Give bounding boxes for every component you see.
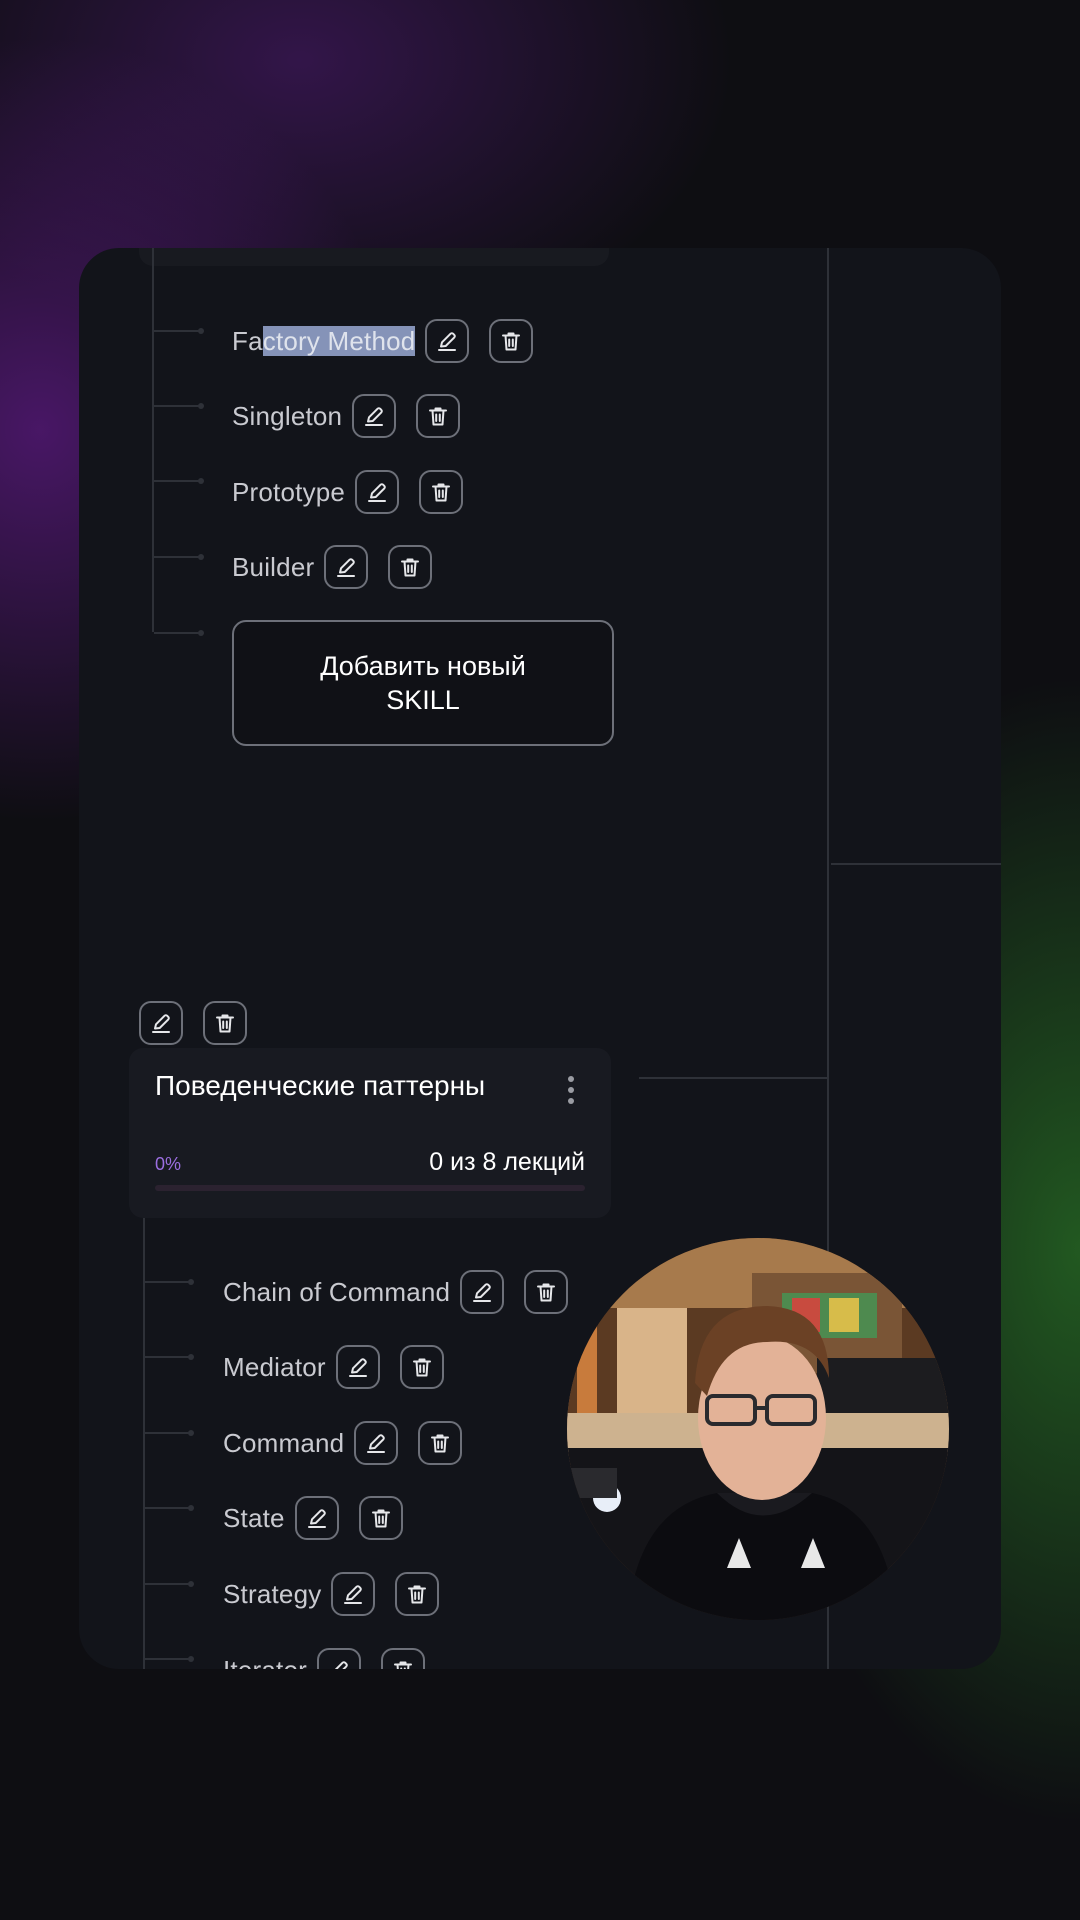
add-skill-label: Добавить новый SKILL [320,651,526,715]
delete-button[interactable] [524,1270,569,1314]
webcam-bubble [567,1238,949,1620]
trash-icon [429,480,453,504]
pencil-icon [149,1011,173,1035]
pencil-icon [334,555,358,579]
tree-connector [154,328,204,334]
trash-icon [369,1506,393,1530]
pencil-icon [435,329,459,353]
skill-label: Command [223,1427,345,1458]
pencil-icon [365,480,389,504]
trash-icon [428,1431,452,1455]
tree-connector [154,403,204,409]
delete-button[interactable] [358,1496,403,1540]
progress-percent: 0% [155,1154,182,1174]
skill-item-builder[interactable]: Builder [232,543,433,591]
skill-label: Singleton [232,400,343,431]
edit-button[interactable] [355,470,400,514]
trash-icon [534,1280,558,1304]
trash-icon [398,555,422,579]
tree-connector [145,1656,194,1662]
skill-label: Prototype [232,476,346,507]
skill-label: Iterator [223,1655,307,1670]
skill-label: State [223,1502,285,1533]
edit-button[interactable] [294,1496,339,1540]
tree-line-group-link [639,1077,827,1079]
add-skill-button[interactable]: Добавить новый SKILL [232,620,614,746]
tree-line-branch [831,863,1001,865]
edit-group-button[interactable] [139,1001,183,1045]
pencil-icon [364,1431,388,1455]
pencil-icon [362,404,386,428]
delete-button[interactable] [380,1648,425,1669]
trash-icon [499,329,523,353]
edit-button[interactable] [354,1421,399,1465]
trash-icon [410,1355,434,1379]
tree-connector [145,1279,194,1285]
skill-item-state[interactable]: State [223,1494,403,1542]
skill-item-iterator[interactable]: Iterator [223,1646,425,1669]
pencil-icon [327,1658,351,1669]
tree-connector [145,1505,194,1511]
skill-item-factory-method[interactable]: Factory Method [232,317,534,365]
edit-button[interactable] [352,394,397,438]
lectures-count: 0 из 8 лекций [429,1148,585,1176]
group-card-behavioral[interactable]: Поведенческие паттерны 0% 0 из 8 лекций [129,1048,611,1218]
delete-button[interactable] [388,545,433,589]
edit-button[interactable] [316,1648,361,1669]
more-vertical-icon[interactable] [567,1076,575,1106]
tree-line-behavioral [143,1218,145,1669]
trash-icon [213,1011,237,1035]
edit-button[interactable] [331,1572,376,1616]
tree-connector [154,630,204,636]
tree-connector [154,478,204,484]
skill-item-mediator[interactable]: Mediator [223,1343,444,1391]
skill-item-singleton[interactable]: Singleton [232,392,461,440]
edit-button[interactable] [460,1270,505,1314]
trash-icon [405,1582,429,1606]
group-card-top-edge [139,248,609,266]
group-actions [139,999,247,1047]
delete-button[interactable] [489,319,534,363]
pencil-icon [341,1582,365,1606]
pencil-icon [470,1280,494,1304]
edit-button[interactable] [425,319,470,363]
skill-label: Strategy [223,1578,322,1609]
edit-button[interactable] [324,545,369,589]
skill-item-prototype[interactable]: Prototype [232,468,464,516]
pencil-icon [305,1506,329,1530]
pencil-icon [346,1355,370,1379]
trash-icon [426,404,450,428]
progress-bar [155,1185,585,1191]
tree-connector [145,1581,194,1587]
skill-item-chain-of-command[interactable]: Chain of Command [223,1268,569,1316]
skill-label: Mediator [223,1351,326,1382]
tree-connector [145,1430,194,1436]
skill-label: Chain of Command [223,1276,451,1307]
skill-label: Builder [232,551,315,582]
skill-item-strategy[interactable]: Strategy [223,1570,440,1618]
delete-button[interactable] [418,1421,463,1465]
delete-button[interactable] [419,470,464,514]
selected-text: ctory Method [262,325,416,356]
skill-label[interactable]: Factory Method [232,325,416,357]
tree-connector [145,1354,194,1360]
presenter-video [567,1238,949,1620]
trash-icon [391,1658,415,1669]
delete-button[interactable] [416,394,461,438]
skill-item-command[interactable]: Command [223,1419,463,1467]
tree-line-creational [152,248,154,632]
delete-button[interactable] [399,1345,444,1389]
tree-connector [154,554,204,560]
delete-button[interactable] [395,1572,440,1616]
edit-button[interactable] [335,1345,380,1389]
delete-group-button[interactable] [203,1001,247,1045]
group-title: Поведенческие паттерны [155,1070,486,1101]
